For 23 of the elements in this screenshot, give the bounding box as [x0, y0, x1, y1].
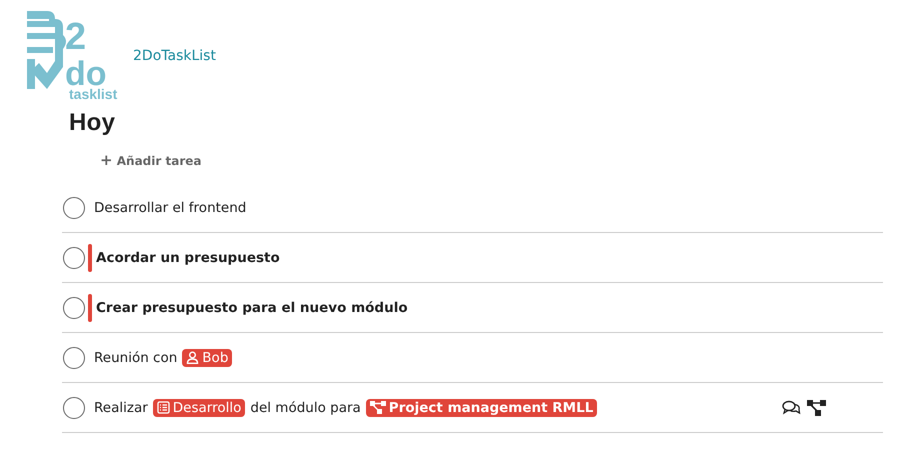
task-text: Acordar un presupuesto [96, 250, 280, 266]
person-icon [186, 351, 200, 364]
task-text: Desarrollar el frontend [94, 200, 246, 216]
task-text: Crear presupuesto para el nuevo módulo [96, 300, 408, 316]
logo-drawing: 2 do tasklist [25, 9, 125, 101]
task-text: del módulo para [250, 400, 361, 416]
app-name[interactable]: 2DoTaskList [133, 48, 216, 64]
hierarchy-icon [370, 401, 386, 414]
add-task-button[interactable]: + Añadir tarea [100, 151, 202, 169]
list-tag[interactable]: Desarrollo [152, 398, 246, 416]
task-text: Realizar [94, 400, 148, 416]
list-icon [156, 401, 170, 414]
task-checkbox[interactable] [63, 346, 85, 368]
task-checkbox[interactable] [63, 396, 85, 418]
task-checkbox[interactable] [63, 296, 85, 318]
person-tag[interactable]: Bob [182, 348, 232, 366]
task-text: Reunión con [94, 350, 178, 366]
comments-icon[interactable] [782, 400, 801, 415]
page-heading: Hoy [69, 109, 116, 137]
task-checkbox[interactable] [63, 246, 85, 268]
hierarchy-icon[interactable] [807, 400, 827, 416]
project-tag[interactable]: Project management RMLL [366, 398, 598, 416]
task-checkbox[interactable] [63, 196, 85, 218]
